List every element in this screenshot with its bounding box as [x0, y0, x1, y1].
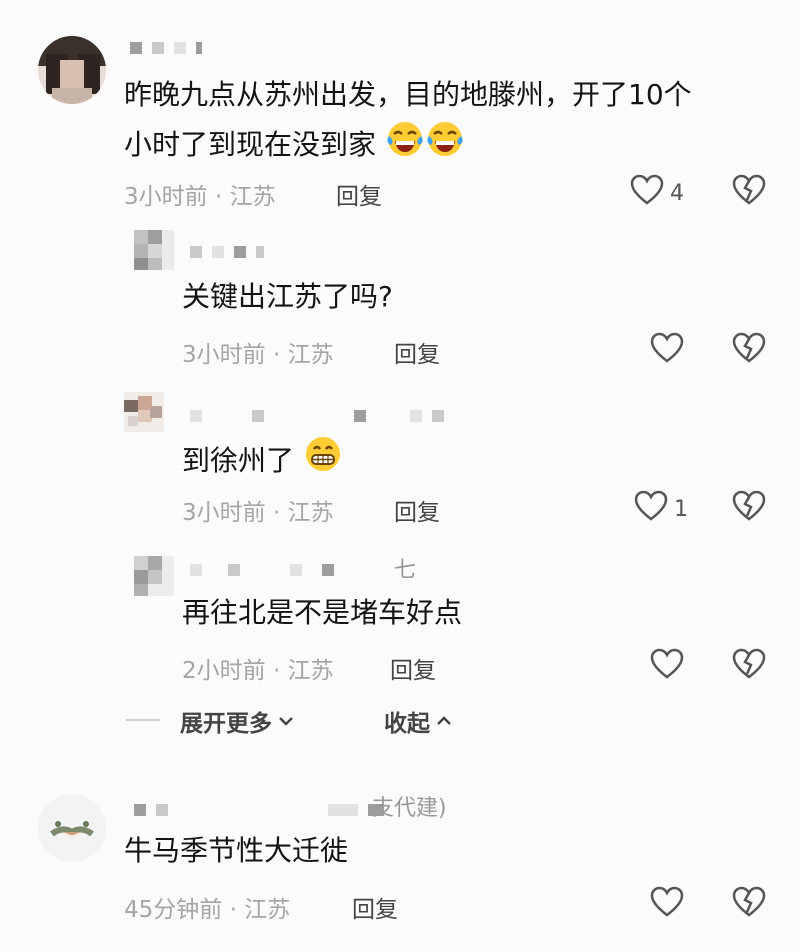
- username-blurred[interactable]: [130, 38, 202, 58]
- thread-divider: [126, 719, 160, 721]
- collapse-label: 收起: [384, 711, 430, 737]
- broken-heart-icon: [732, 648, 766, 684]
- collapse-button[interactable]: 收起: [384, 704, 452, 738]
- avatar[interactable]: [134, 230, 174, 270]
- username-blurred[interactable]: [190, 560, 334, 580]
- comment-text: 牛马季节性大迁徙: [124, 834, 349, 867]
- reply-text: 再往北是不是堵车好点: [182, 596, 463, 629]
- username-suffix: 七: [394, 558, 417, 583]
- reply-timestamp: 3小时前 · 江苏: [182, 342, 334, 368]
- chevron-up-icon: [436, 712, 452, 731]
- username-blurred[interactable]: [190, 406, 444, 426]
- reply-button[interactable]: 回复: [394, 493, 440, 527]
- heart-outline-icon: [634, 490, 668, 528]
- grinning-emoji: [303, 434, 343, 490]
- crying-laughing-emoji: [425, 118, 465, 174]
- avatar[interactable]: [38, 794, 106, 862]
- reply-timestamp: 3小时前 · 江苏: [182, 500, 334, 526]
- avatar[interactable]: [124, 392, 164, 432]
- broken-heart-icon: [732, 332, 766, 368]
- reply-button[interactable]: 回复: [390, 651, 436, 685]
- like-button[interactable]: [650, 648, 684, 686]
- dislike-button[interactable]: [732, 490, 766, 526]
- username-blurred[interactable]: [190, 242, 264, 262]
- like-button[interactable]: [650, 886, 684, 924]
- broken-heart-icon: [732, 174, 766, 210]
- chevron-down-icon: [278, 712, 294, 731]
- heart-outline-icon: [650, 648, 684, 686]
- reply-button[interactable]: 回复: [336, 177, 382, 211]
- avatar[interactable]: [134, 556, 174, 596]
- comment-text-line2-text: 小时了到现在没到家: [124, 128, 377, 161]
- reply-text-content: 到徐州了: [182, 444, 295, 477]
- username-suffix: 支代建): [372, 796, 447, 821]
- reply-timestamp: 2小时前 · 江苏: [182, 658, 334, 684]
- like-button[interactable]: 1: [634, 490, 688, 528]
- comment-text-line2: 小时了到现在没到家: [124, 118, 465, 174]
- like-button[interactable]: [650, 332, 684, 370]
- like-count: 1: [674, 496, 688, 522]
- heart-outline-icon: [650, 332, 684, 370]
- dislike-button[interactable]: [732, 886, 766, 922]
- comment-timestamp: 45分钟前 · 江苏: [124, 897, 291, 923]
- avatar[interactable]: [38, 36, 106, 104]
- heart-outline-icon: [650, 886, 684, 924]
- like-count: 4: [670, 180, 684, 206]
- reply-text: 到徐州了: [182, 434, 343, 490]
- expand-more-label: 展开更多: [180, 711, 272, 737]
- reply-button[interactable]: 回复: [352, 890, 398, 924]
- broken-heart-icon: [732, 490, 766, 526]
- username-blurred[interactable]: [134, 800, 384, 820]
- dislike-button[interactable]: [732, 648, 766, 684]
- dislike-button[interactable]: [732, 332, 766, 368]
- like-button[interactable]: 4: [630, 174, 684, 212]
- reply-text: 关键出江苏了吗?: [182, 280, 393, 313]
- expand-more-button[interactable]: 展开更多: [180, 704, 294, 738]
- reply-button[interactable]: 回复: [394, 335, 440, 369]
- dislike-button[interactable]: [732, 174, 766, 210]
- comment-text-line1: 昨晚九点从苏州出发，目的地滕州，开了10个: [124, 78, 692, 111]
- crying-laughing-emoji: [385, 118, 425, 174]
- comment-timestamp: 3小时前 · 江苏: [124, 184, 276, 210]
- broken-heart-icon: [732, 886, 766, 922]
- heart-outline-icon: [630, 174, 664, 212]
